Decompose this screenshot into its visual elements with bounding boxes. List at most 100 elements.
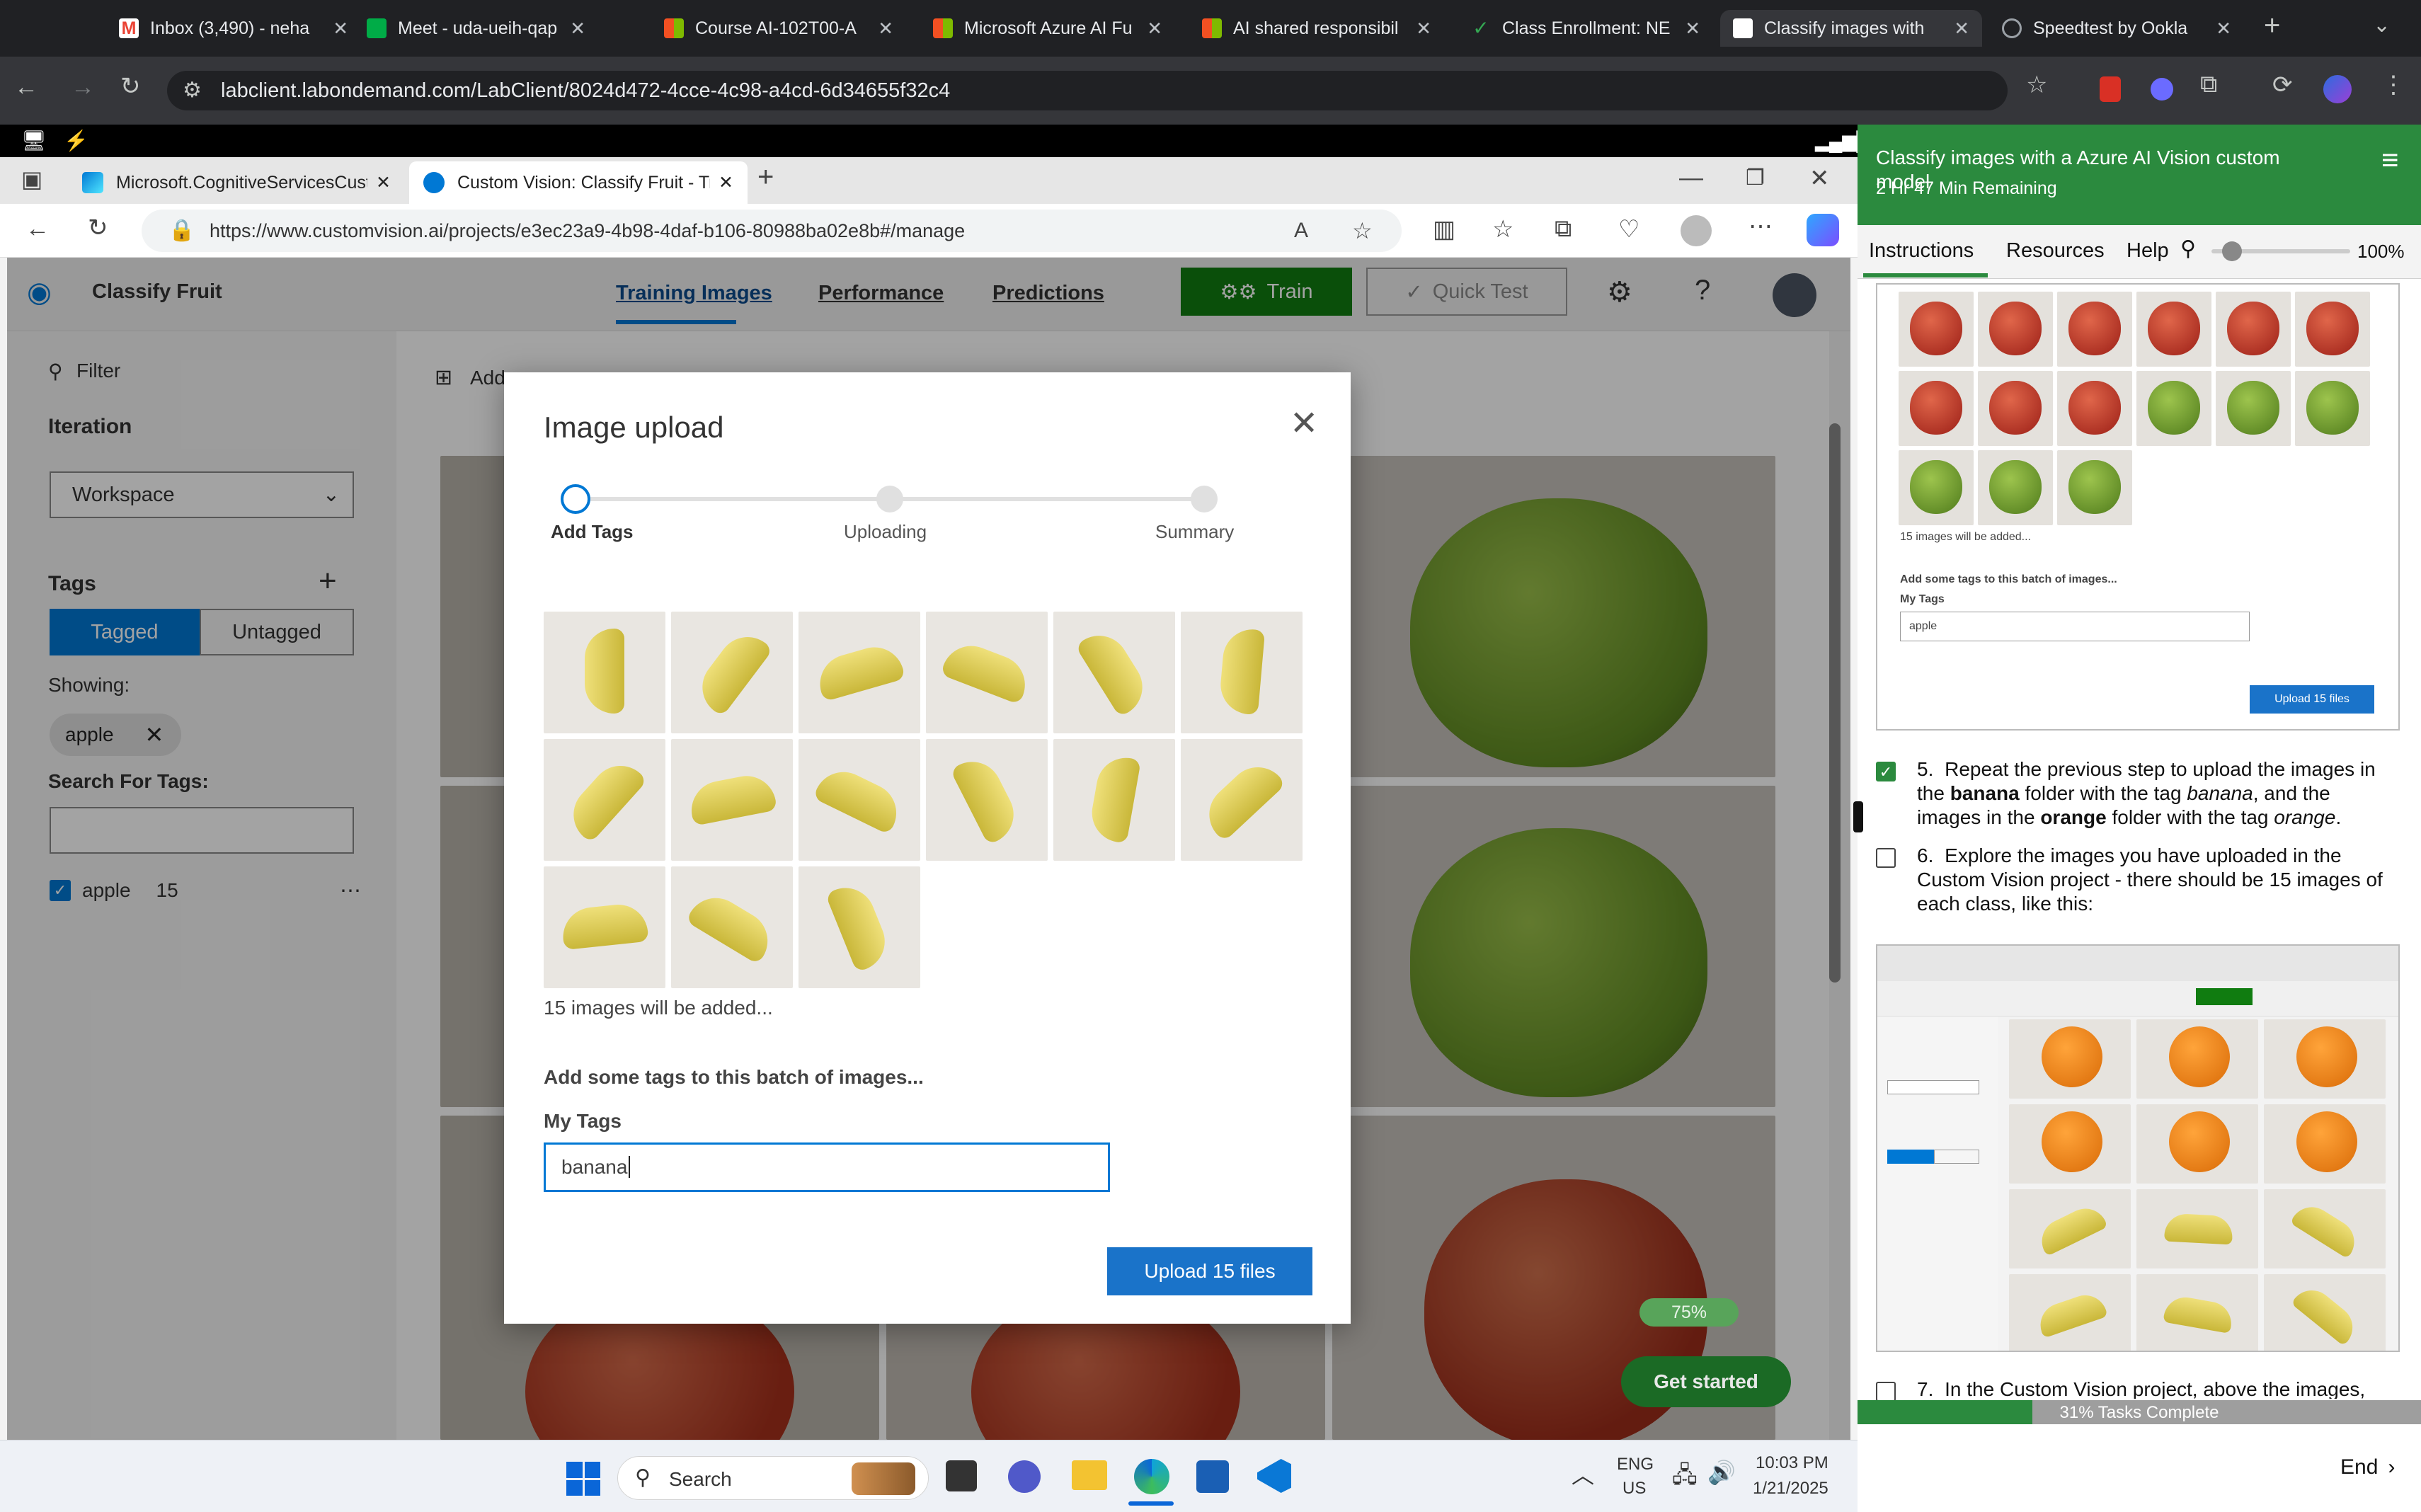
close-dialog-icon[interactable]: ✕ [1290,403,1318,443]
instruction-screenshot-grid [1876,944,2400,1352]
new-tab-icon[interactable]: + [2264,10,2280,42]
menu-dots-icon[interactable]: ⋮ [2381,71,2405,99]
task-view-icon[interactable] [946,1460,977,1491]
collections-icon[interactable]: ⧉ [1555,215,1572,243]
tray-chevron-icon[interactable]: ︿ [1572,1457,1594,1490]
profile-avatar[interactable] [1681,215,1712,246]
browser-essentials-icon[interactable]: ♡ [1618,215,1639,244]
speedtest-icon [2002,18,2022,38]
close-tab-icon[interactable]: ✕ [333,18,348,40]
banana-shape [813,640,906,702]
tab-actions-icon[interactable]: ▣ [21,166,42,193]
image-upload-dialog: Image upload ✕ Add Tags Uploading Summar… [504,372,1351,1324]
gmail-icon: M [119,18,139,38]
close-tab-icon[interactable]: ✕ [878,18,893,40]
taskbar-search[interactable]: ⚲ Search [617,1456,929,1500]
apple-thumbnail [2295,292,2370,367]
profile-avatar[interactable] [2323,75,2352,103]
site-info-icon[interactable]: ⚙ [183,71,202,110]
store-icon[interactable] [1196,1460,1229,1493]
apple-thumbnail [2057,292,2132,367]
new-tab-icon[interactable]: + [757,161,774,193]
back-icon[interactable]: ← [25,215,50,243]
sync-icon[interactable]: ⟳ [2272,71,2293,99]
back-icon[interactable]: ← [14,74,38,101]
apple-thumbnail [1978,371,2053,446]
browser-tab[interactable]: Course AI-102T00-A ✕ [651,10,906,47]
banana-shape [2034,1289,2108,1339]
extension-icon[interactable] [2151,78,2173,101]
lightning-icon[interactable]: ⚡ [64,129,88,152]
network-icon[interactable]: 🖧 [1672,1459,1698,1497]
minimize-icon[interactable]: — [1679,164,1703,192]
browser-tab[interactable]: Meet - uda-ueih-qap ✕ [354,10,598,47]
lang-top[interactable]: ENG [1617,1455,1654,1474]
hamburger-menu-icon[interactable]: ≡ [2381,143,2399,177]
step5-checkbox[interactable]: ✓ [1876,762,1896,781]
tab-help[interactable]: Help [2127,239,2169,263]
tab-search-icon[interactable]: ⌄ [2373,13,2391,38]
favorite-star-icon[interactable]: ☆ [1352,210,1373,252]
bookmark-star-icon[interactable]: ☆ [2026,71,2047,99]
zoom-slider[interactable] [2211,241,2350,261]
close-tab-icon[interactable]: ✕ [1954,18,1969,40]
edge-tab-active[interactable]: Custom Vision: Classify Fruit - Tra ✕ [409,161,748,204]
close-tab-icon[interactable]: ✕ [1416,18,1431,40]
close-tab-icon[interactable]: ✕ [570,18,585,40]
end-button[interactable]: End › [2340,1455,2395,1479]
edge-address-bar[interactable]: 🔒 https://www.customvision.ai/projects/e… [142,210,1402,252]
browser-tab[interactable]: Microsoft Azure AI Fu ✕ [920,10,1175,47]
refresh-icon[interactable]: ↻ [88,214,108,242]
copilot-icon[interactable] [1807,214,1839,246]
split-screen-icon[interactable]: ▥ [1433,215,1455,244]
close-window-icon[interactable]: ✕ [1809,164,1830,193]
restore-icon[interactable]: ❐ [1746,166,1765,190]
close-tab-icon[interactable]: ✕ [1685,18,1700,40]
reload-icon[interactable]: ↻ [120,72,141,101]
windows-start-icon[interactable] [566,1462,600,1496]
lang-bottom[interactable]: US [1622,1479,1646,1499]
get-started-button[interactable]: Get started [1621,1356,1791,1407]
step7-checkbox[interactable] [1876,1382,1896,1402]
banana-shape [2164,1213,2233,1245]
teams-icon[interactable] [1008,1460,1041,1493]
zoom-slider-thumb[interactable] [2222,241,2243,261]
address-bar[interactable]: ⚙ labclient.labondemand.com/LabClient/80… [167,71,2008,110]
close-tab-icon[interactable]: ✕ [719,172,733,193]
browser-tab[interactable]: AI shared responsibil ✕ [1189,10,1444,47]
edge-tab[interactable]: Microsoft.CognitiveServicesCusto ✕ [68,161,405,204]
extensions-puzzle-icon[interactable]: ⧉ [2200,71,2217,98]
browser-tab-active[interactable]: Classify images with ✕ [1720,10,1982,47]
fruit-tile [2009,1274,2131,1351]
preview-fruit-grid [2009,1019,2391,1351]
my-tags-input[interactable]: banana [544,1142,1110,1192]
browser-tab[interactable]: Speedtest by Ookla ✕ [1989,10,2244,47]
upload-files-button[interactable]: Upload 15 files [1107,1247,1312,1295]
banana-thumbnail [1181,612,1303,733]
zoom-icon[interactable]: ⚲ [2180,236,2196,261]
favorites-icon[interactable]: ☆ [1492,215,1513,244]
file-explorer-icon[interactable] [1072,1460,1107,1490]
banana-shape [686,771,778,826]
volume-icon[interactable]: 🔊 [1707,1459,1736,1486]
extension-shield-icon[interactable] [2100,76,2121,102]
close-tab-icon[interactable]: ✕ [1147,18,1162,40]
forward-icon[interactable]: → [71,74,95,101]
clock-time[interactable]: 10:03 PM [1756,1453,1828,1473]
panel-resize-handle[interactable] [1853,801,1863,832]
step6-checkbox[interactable] [1876,848,1896,868]
more-icon[interactable]: ⋯ [1748,212,1773,241]
vscode-icon[interactable] [1257,1459,1291,1493]
tab-resources[interactable]: Resources [2006,239,2105,263]
tab-instructions[interactable]: Instructions [1869,239,1974,263]
browser-tab[interactable]: ✓ Class Enrollment: NE ✕ [1458,10,1713,47]
orange-shape [2169,1111,2230,1172]
banana-shape [825,878,894,973]
read-aloud-icon[interactable]: A [1294,210,1308,252]
banana-thumbnail [1053,612,1175,733]
close-tab-icon[interactable]: ✕ [2216,18,2231,40]
clock-date[interactable]: 1/21/2025 [1753,1479,1828,1499]
monitor-icon[interactable]: 🖥 [21,129,47,152]
edge-icon[interactable] [1134,1459,1169,1494]
browser-tab[interactable]: M Inbox (3,490) - neha ✕ [106,10,361,47]
